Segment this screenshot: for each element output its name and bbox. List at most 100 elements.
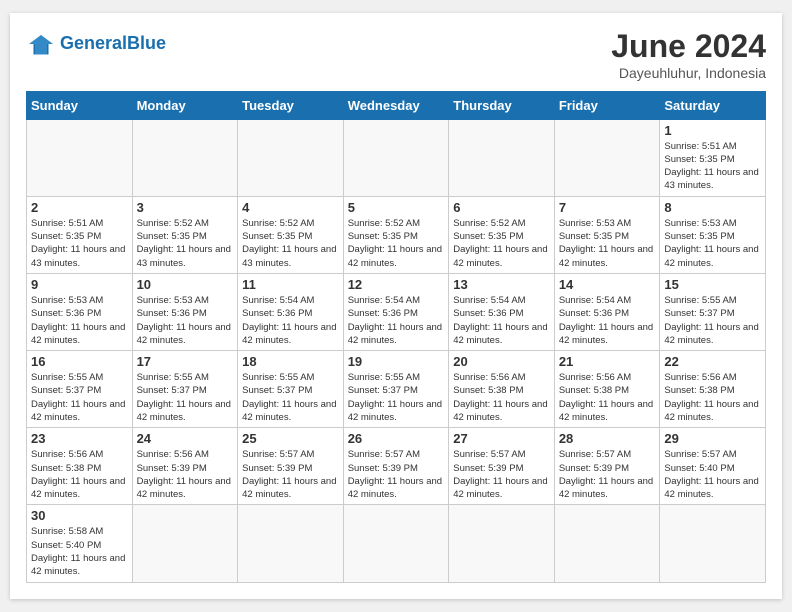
day-number: 18 xyxy=(242,354,339,369)
table-row: 28 Sunrise: 5:57 AMSunset: 5:39 PMDayligh… xyxy=(554,428,660,505)
header-saturday: Saturday xyxy=(660,91,766,119)
calendar-row-6: 30Sunrise: 5:58 AMSunset: 5:40 PMDayligh… xyxy=(27,505,766,582)
calendar-row-4: 16Sunrise: 5:55 AMSunset: 5:37 PMDayligh… xyxy=(27,351,766,428)
calendar-row-2: 2Sunrise: 5:51 AMSunset: 5:35 PMDaylight… xyxy=(27,196,766,273)
day-info: Sunrise: 5:56 AMSunset: 5:38 PMDaylight:… xyxy=(453,371,550,424)
table-row: 7 Sunrise: 5:53 AMSunset: 5:35 PMDaylight… xyxy=(554,196,660,273)
table-row xyxy=(554,119,660,196)
day-info: Sunrise: 5:52 AMSunset: 5:35 PMDaylight:… xyxy=(137,217,234,270)
table-row: 6 Sunrise: 5:52 AMSunset: 5:35 PMDaylight… xyxy=(449,196,555,273)
day-info: Sunrise: 5:54 AMSunset: 5:36 PMDaylight:… xyxy=(242,294,339,347)
table-row: 10 Sunrise: 5:53 AMSunset: 5:36 PMDayligh… xyxy=(132,273,238,350)
table-row: 5 Sunrise: 5:52 AMSunset: 5:35 PMDaylight… xyxy=(343,196,449,273)
day-number: 29 xyxy=(664,431,761,446)
day-info: Sunrise: 5:55 AMSunset: 5:37 PMDaylight:… xyxy=(242,371,339,424)
table-row: 18 Sunrise: 5:55 AMSunset: 5:37 PMDayligh… xyxy=(238,351,344,428)
day-info: Sunrise: 5:52 AMSunset: 5:35 PMDaylight:… xyxy=(348,217,445,270)
day-info: Sunrise: 5:56 AMSunset: 5:38 PMDaylight:… xyxy=(31,448,128,501)
table-row: 8 Sunrise: 5:53 AMSunset: 5:35 PMDaylight… xyxy=(660,196,766,273)
table-row: 24 Sunrise: 5:56 AMSunset: 5:39 PMDayligh… xyxy=(132,428,238,505)
table-row xyxy=(554,505,660,582)
day-info: Sunrise: 5:53 AMSunset: 5:36 PMDaylight:… xyxy=(137,294,234,347)
header-wednesday: Wednesday xyxy=(343,91,449,119)
table-row: 21 Sunrise: 5:56 AMSunset: 5:38 PMDayligh… xyxy=(554,351,660,428)
day-number: 23 xyxy=(31,431,128,446)
day-number: 27 xyxy=(453,431,550,446)
day-info: Sunrise: 5:53 AMSunset: 5:35 PMDaylight:… xyxy=(664,217,761,270)
day-info: Sunrise: 5:52 AMSunset: 5:35 PMDaylight:… xyxy=(453,217,550,270)
day-info: Sunrise: 5:53 AMSunset: 5:36 PMDaylight:… xyxy=(31,294,128,347)
table-row: 30Sunrise: 5:58 AMSunset: 5:40 PMDayligh… xyxy=(27,505,133,582)
day-number: 3 xyxy=(137,200,234,215)
table-row xyxy=(27,119,133,196)
table-row xyxy=(660,505,766,582)
day-number: 13 xyxy=(453,277,550,292)
table-row: 9 Sunrise: 5:53 AMSunset: 5:36 PMDaylight… xyxy=(27,273,133,350)
header-monday: Monday xyxy=(132,91,238,119)
day-number: 6 xyxy=(453,200,550,215)
day-info: Sunrise: 5:52 AMSunset: 5:35 PMDaylight:… xyxy=(242,217,339,270)
day-number: 28 xyxy=(559,431,656,446)
table-row: 15Sunrise: 5:55 AMSunset: 5:37 PMDayligh… xyxy=(660,273,766,350)
day-info: Sunrise: 5:55 AMSunset: 5:37 PMDaylight:… xyxy=(348,371,445,424)
header-tuesday: Tuesday xyxy=(238,91,344,119)
day-number: 1 xyxy=(664,123,761,138)
location-subtitle: Dayeuhluhur, Indonesia xyxy=(611,65,766,81)
day-number: 5 xyxy=(348,200,445,215)
logo-text: GeneralBlue xyxy=(60,34,166,54)
day-info: Sunrise: 5:53 AMSunset: 5:35 PMDaylight:… xyxy=(559,217,656,270)
day-number: 26 xyxy=(348,431,445,446)
table-row: 14 Sunrise: 5:54 AMSunset: 5:36 PMDayligh… xyxy=(554,273,660,350)
table-row: 29Sunrise: 5:57 AMSunset: 5:40 PMDayligh… xyxy=(660,428,766,505)
header: GeneralBlue June 2024 Dayeuhluhur, Indon… xyxy=(26,29,766,80)
calendar-row-1: 1 Sunrise: 5:51 AMSunset: 5:35 PMDaylight… xyxy=(27,119,766,196)
day-info: Sunrise: 5:57 AMSunset: 5:39 PMDaylight:… xyxy=(453,448,550,501)
header-friday: Friday xyxy=(554,91,660,119)
day-info: Sunrise: 5:56 AMSunset: 5:39 PMDaylight:… xyxy=(137,448,234,501)
table-row xyxy=(132,505,238,582)
day-info: Sunrise: 5:56 AMSunset: 5:38 PMDaylight:… xyxy=(559,371,656,424)
table-row: 3 Sunrise: 5:52 AMSunset: 5:35 PMDaylight… xyxy=(132,196,238,273)
header-sunday: Sunday xyxy=(27,91,133,119)
calendar-row-5: 23 Sunrise: 5:56 AMSunset: 5:38 PMDayligh… xyxy=(27,428,766,505)
table-row: 25Sunrise: 5:57 AMSunset: 5:39 PMDayligh… xyxy=(238,428,344,505)
table-row: 19Sunrise: 5:55 AMSunset: 5:37 PMDayligh… xyxy=(343,351,449,428)
day-number: 9 xyxy=(31,277,128,292)
table-row xyxy=(238,119,344,196)
table-row xyxy=(238,505,344,582)
day-number: 21 xyxy=(559,354,656,369)
day-info: Sunrise: 5:57 AMSunset: 5:39 PMDaylight:… xyxy=(348,448,445,501)
calendar-container: GeneralBlue June 2024 Dayeuhluhur, Indon… xyxy=(10,13,782,598)
day-number: 15 xyxy=(664,277,761,292)
table-row xyxy=(449,119,555,196)
table-row: 27 Sunrise: 5:57 AMSunset: 5:39 PMDayligh… xyxy=(449,428,555,505)
day-number: 8 xyxy=(664,200,761,215)
table-row: 22 Sunrise: 5:56 AMSunset: 5:38 PMDayligh… xyxy=(660,351,766,428)
day-number: 11 xyxy=(242,277,339,292)
day-info: Sunrise: 5:51 AMSunset: 5:35 PMDaylight:… xyxy=(31,217,128,270)
day-info: Sunrise: 5:56 AMSunset: 5:38 PMDaylight:… xyxy=(664,371,761,424)
day-info: Sunrise: 5:51 AMSunset: 5:35 PMDaylight:… xyxy=(664,140,761,193)
table-row: 1 Sunrise: 5:51 AMSunset: 5:35 PMDaylight… xyxy=(660,119,766,196)
table-row: 17 Sunrise: 5:55 AMSunset: 5:37 PMDayligh… xyxy=(132,351,238,428)
day-number: 7 xyxy=(559,200,656,215)
day-number: 22 xyxy=(664,354,761,369)
table-row xyxy=(343,119,449,196)
weekday-header-row: Sunday Monday Tuesday Wednesday Thursday… xyxy=(27,91,766,119)
day-number: 17 xyxy=(137,354,234,369)
calendar-row-3: 9 Sunrise: 5:53 AMSunset: 5:36 PMDaylight… xyxy=(27,273,766,350)
table-row: 2Sunrise: 5:51 AMSunset: 5:35 PMDaylight… xyxy=(27,196,133,273)
day-number: 10 xyxy=(137,277,234,292)
table-row: 20 Sunrise: 5:56 AMSunset: 5:38 PMDayligh… xyxy=(449,351,555,428)
day-number: 24 xyxy=(137,431,234,446)
day-info: Sunrise: 5:55 AMSunset: 5:37 PMDaylight:… xyxy=(137,371,234,424)
table-row: 11 Sunrise: 5:54 AMSunset: 5:36 PMDayligh… xyxy=(238,273,344,350)
month-title: June 2024 xyxy=(611,29,766,64)
day-info: Sunrise: 5:57 AMSunset: 5:39 PMDaylight:… xyxy=(559,448,656,501)
day-number: 14 xyxy=(559,277,656,292)
table-row xyxy=(343,505,449,582)
day-number: 12 xyxy=(348,277,445,292)
day-info: Sunrise: 5:54 AMSunset: 5:36 PMDaylight:… xyxy=(559,294,656,347)
day-number: 20 xyxy=(453,354,550,369)
day-info: Sunrise: 5:57 AMSunset: 5:39 PMDaylight:… xyxy=(242,448,339,501)
